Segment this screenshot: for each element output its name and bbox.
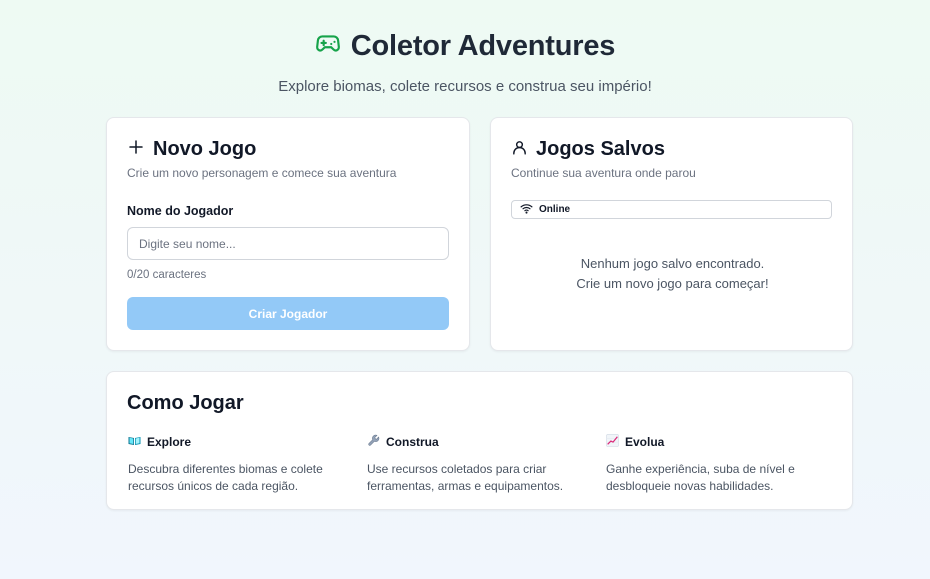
chart-icon — [606, 434, 619, 450]
saved-games-heading: Jogos Salvos — [511, 138, 665, 161]
user-icon — [511, 139, 528, 161]
how-to-play-title: Como Jogar — [127, 392, 244, 414]
player-name-input[interactable] — [127, 227, 449, 260]
saved-games-title: Jogos Salvos — [536, 138, 665, 160]
connection-status-badge: Online — [511, 200, 832, 219]
app-title: Coletor Adventures — [350, 29, 616, 62]
gamepad-icon — [315, 31, 341, 62]
saved-games-card: Jogos Salvos Continue sua aventura onde … — [490, 117, 853, 351]
saved-games-description: Continue sua aventura onde parou — [511, 166, 696, 180]
how-item-header: Explore — [128, 434, 338, 450]
app-subtitle: Explore biomas, colete recursos e constr… — [278, 78, 652, 95]
how-item-text: Descubra diferentes biomas e colete recu… — [128, 462, 323, 493]
new-game-card: Novo Jogo Crie um novo personagem e come… — [106, 117, 470, 351]
how-item-text: Ganhe experiência, suba de nível e desbl… — [606, 462, 795, 493]
new-game-title: Novo Jogo — [153, 138, 257, 160]
player-name-label: Nome do Jogador — [127, 204, 234, 218]
connection-status-text: Online — [539, 204, 571, 215]
new-game-heading: Novo Jogo — [127, 138, 256, 161]
how-to-play-heading: Como Jogar — [127, 392, 244, 415]
empty-saves-line-1: Nenhum jogo salvo encontrado. — [580, 256, 765, 271]
wifi-icon — [520, 203, 533, 217]
create-player-button[interactable]: Criar Jogador — [127, 297, 449, 330]
how-item-title: Evolua — [625, 435, 665, 449]
how-item-text: Use recursos coletados para criar ferram… — [367, 462, 564, 493]
page-header: Coletor Adventures Explore biomas, colet… — [0, 28, 930, 96]
how-item-explore: Explore Descubra diferentes biomas e col… — [128, 434, 338, 495]
plus-icon — [127, 138, 145, 161]
how-item-evolve: Evolua Ganhe experiência, suba de nível … — [606, 434, 816, 495]
character-counter: 0/20 caracteres — [127, 269, 207, 281]
book-icon — [128, 435, 141, 449]
how-item-header: Construa — [367, 434, 577, 450]
empty-saves-message: Nenhum jogo salvo encontrado. Crie um no… — [491, 254, 854, 294]
wrench-icon — [367, 434, 380, 450]
how-item-title: Construa — [386, 435, 439, 449]
how-item-title: Explore — [147, 435, 192, 449]
how-item-build: Construa Use recursos coletados para cri… — [367, 434, 577, 495]
how-to-play-card: Como Jogar Explore Descubra diferentes b… — [106, 371, 853, 510]
empty-saves-line-2: Crie um novo jogo para começar! — [576, 276, 769, 291]
how-item-header: Evolua — [606, 434, 816, 450]
title-row: Coletor Adventures — [0, 28, 930, 64]
new-game-description: Crie um novo personagem e comece sua ave… — [127, 166, 397, 180]
